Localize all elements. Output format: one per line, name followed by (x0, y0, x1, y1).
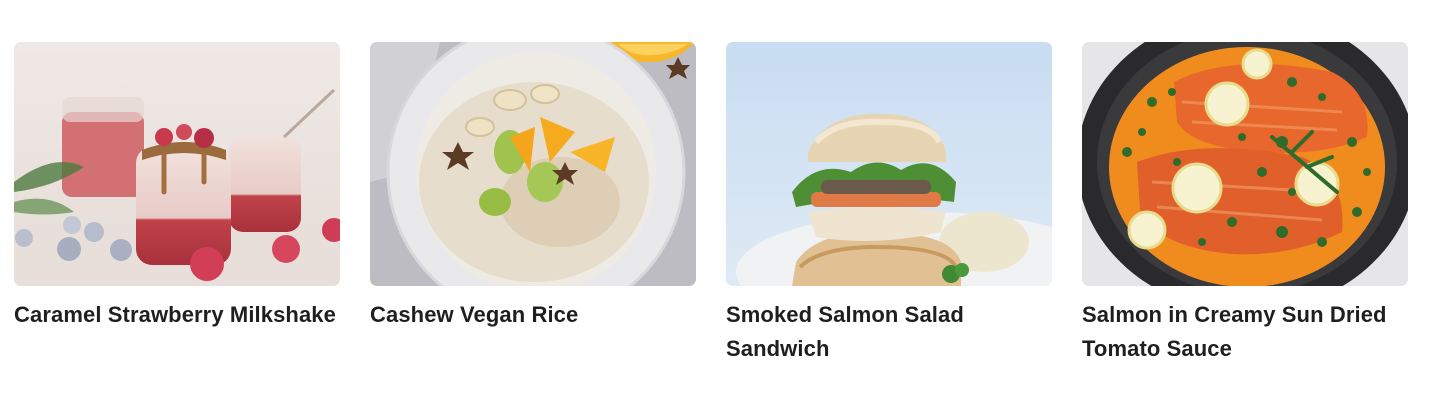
sandwich-photo (726, 42, 1052, 286)
recipe-card-smoked-salmon-salad-sandwich[interactable]: Smoked Salmon Salad Sandwich (726, 42, 1052, 366)
recipe-title[interactable]: Caramel Strawberry Milkshake (14, 298, 340, 332)
salmon-pan-photo (1082, 42, 1408, 286)
milkshake-photo (14, 42, 340, 286)
recipe-title[interactable]: Cashew Vegan Rice (370, 298, 696, 332)
recipe-card-caramel-strawberry-milkshake[interactable]: Caramel Strawberry Milkshake (14, 42, 340, 366)
recipe-card-salmon-in-creamy-sun-dried-tomato-sauce[interactable]: Salmon in Creamy Sun Dried Tomato Sauce (1082, 42, 1408, 366)
recipe-title[interactable]: Salmon in Creamy Sun Dried Tomato Sauce (1082, 298, 1408, 366)
recipe-card-cashew-vegan-rice[interactable]: Cashew Vegan Rice (370, 42, 696, 366)
recipe-card-grid: Caramel Strawberry Milkshake Cashew Vega… (14, 42, 1408, 366)
recipe-image-rice-bowl[interactable] (370, 42, 696, 286)
recipe-image-sandwich[interactable] (726, 42, 1052, 286)
recipe-title[interactable]: Smoked Salmon Salad Sandwich (726, 298, 1052, 366)
recipe-image-milkshake[interactable] (14, 42, 340, 286)
recipe-image-salmon-pan[interactable] (1082, 42, 1408, 286)
rice-bowl-photo (370, 42, 696, 286)
